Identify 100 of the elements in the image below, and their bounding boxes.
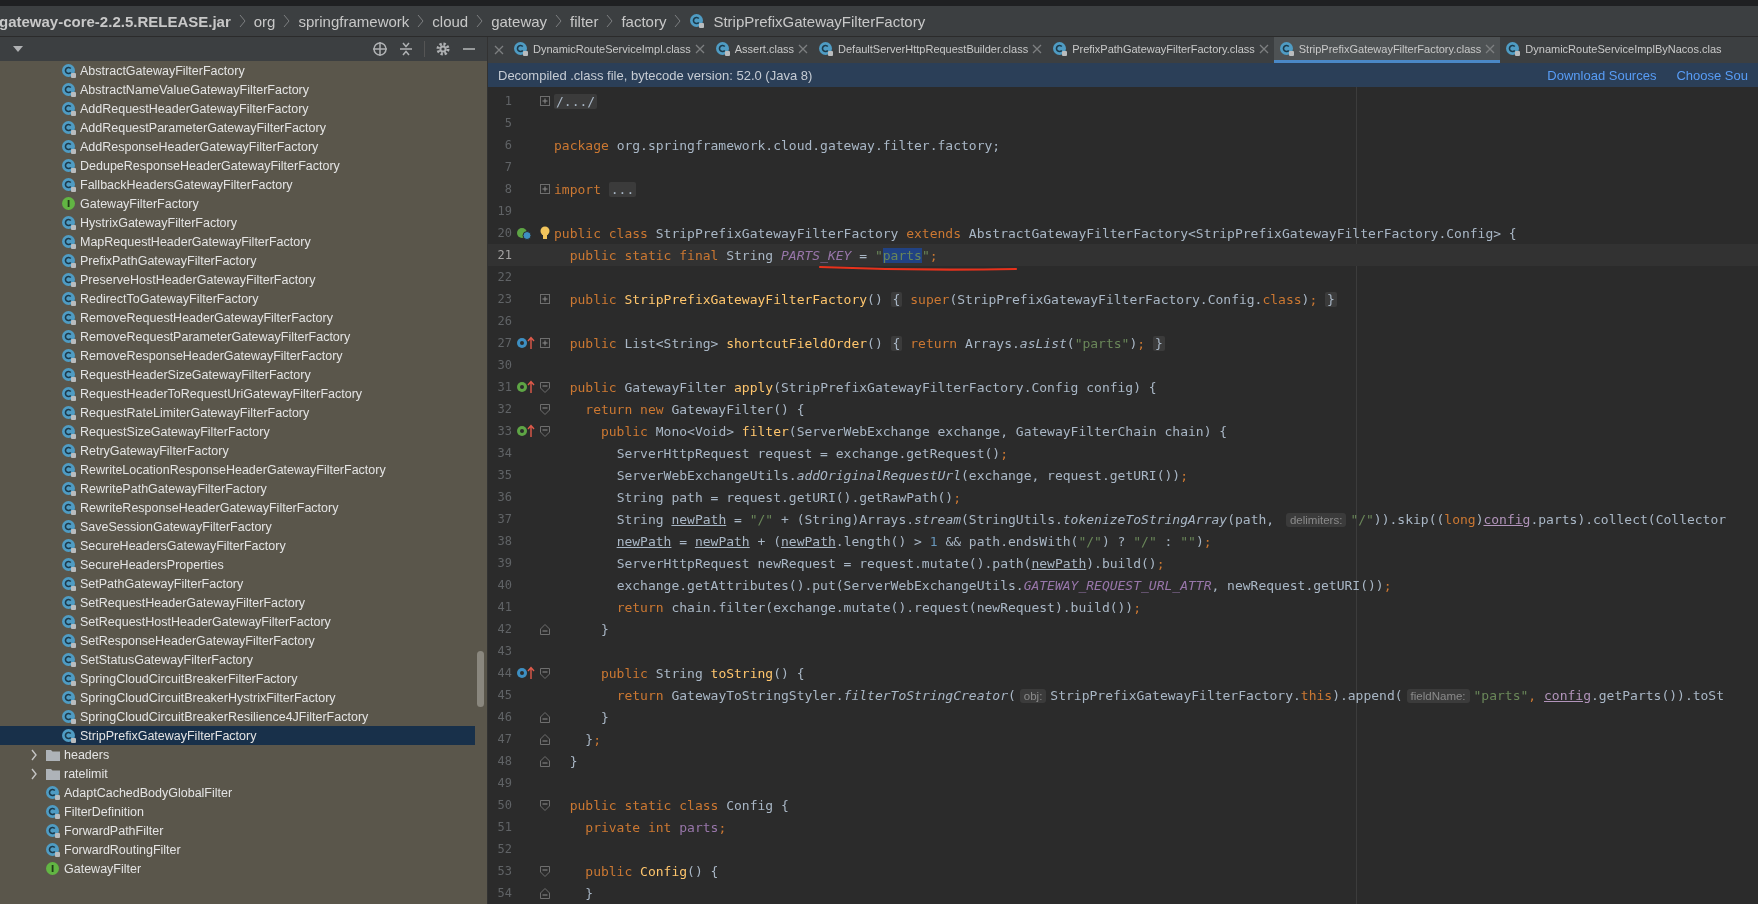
tree-item[interactable]: RewriteResponseHeaderGatewayFilterFactory xyxy=(0,498,475,517)
lightbulb-icon[interactable] xyxy=(540,226,550,240)
tree-item[interactable]: ForwardRoutingFilter xyxy=(0,840,475,859)
tree-item[interactable]: RemoveRequestParameterGatewayFilterFactory xyxy=(0,327,475,346)
tree-item[interactable]: SetResponseHeaderGatewayFilterFactory xyxy=(0,631,475,650)
class-icon xyxy=(714,40,731,57)
editor-tab[interactable]: DynamicRouteServiceImpl.class xyxy=(508,37,710,63)
line-number: 6 xyxy=(503,138,512,152)
breadcrumb-item[interactable]: gateway xyxy=(491,12,548,30)
close-icon[interactable] xyxy=(1485,43,1496,54)
tree-item[interactable]: headers xyxy=(0,745,475,764)
gutter-marker-icon[interactable] xyxy=(516,336,536,350)
breadcrumb-item[interactable]: StripPrefixGatewayFilterFactory xyxy=(713,12,926,30)
tree-item[interactable]: SecureHeadersProperties xyxy=(0,555,475,574)
editor-tab[interactable]: StripPrefixGatewayFilterFactory.class xyxy=(1273,37,1501,63)
fold-icon[interactable] xyxy=(540,381,550,393)
tree-item[interactable]: GatewayFilterFactory xyxy=(0,194,475,213)
tree-item[interactable]: RewriteLocationResponseHeaderGatewayFilterFactory xyxy=(0,460,475,479)
tree-item[interactable]: AbstractNameValueGatewayFilterFactory xyxy=(0,80,475,99)
class-icon xyxy=(1052,40,1069,57)
gutter-marker-icon[interactable] xyxy=(516,424,536,438)
tree-item[interactable]: SpringCloudCircuitBreakerFilterFactory xyxy=(0,669,475,688)
collapse-all-icon[interactable] xyxy=(398,41,414,57)
tree-item[interactable]: RequestHeaderToRequestUriGatewayFilterFactory xyxy=(0,384,475,403)
tree-item[interactable]: SecureHeadersGatewayFilterFactory xyxy=(0,536,475,555)
breadcrumb-item[interactable]: filter xyxy=(570,12,599,30)
fold-icon[interactable] xyxy=(540,403,550,415)
fold-icon[interactable] xyxy=(540,667,550,679)
tree-item[interactable]: DedupeResponseHeaderGatewayFilterFactory xyxy=(0,156,475,175)
tree-item[interactable]: GatewayFilter xyxy=(0,859,475,878)
fold-icon[interactable] xyxy=(540,338,550,348)
banner-link[interactable]: Download Sources xyxy=(1547,67,1657,83)
close-icon[interactable] xyxy=(494,45,504,55)
fold-icon[interactable] xyxy=(540,294,550,304)
chevron-icon xyxy=(283,14,291,28)
tree-item[interactable]: SetRequestHostHeaderGatewayFilterFactory xyxy=(0,612,475,631)
editor-tab[interactable]: DynamicRouteServiceImplByNacos.clas xyxy=(1500,37,1727,63)
fold-icon[interactable] xyxy=(540,711,550,723)
tree-item[interactable]: PreserveHostHeaderGatewayFilterFactory xyxy=(0,270,475,289)
fold-icon[interactable] xyxy=(540,865,550,877)
tree-item[interactable]: AbstractGatewayFilterFactory xyxy=(0,61,475,80)
tree-item[interactable]: FallbackHeadersGatewayFilterFactory xyxy=(0,175,475,194)
tree-item[interactable]: RequestSizeGatewayFilterFactory xyxy=(0,422,475,441)
settings-icon[interactable] xyxy=(435,41,451,57)
tree-item[interactable]: SpringCloudCircuitBreakerResilience4JFilterFactory xyxy=(0,707,475,726)
fold-icon[interactable] xyxy=(540,733,550,745)
tree-item[interactable]: FilterDefinition xyxy=(0,802,475,821)
tree-item[interactable]: SetPathGatewayFilterFactory xyxy=(0,574,475,593)
class-icon xyxy=(513,40,529,57)
tree-item[interactable]: RequestHeaderSizeGatewayFilterFactory xyxy=(0,365,475,384)
breadcrumb-item[interactable]: gateway-core-2.2.5.RELEASE.jar xyxy=(0,12,231,30)
tree-item[interactable]: RemoveRequestHeaderGatewayFilterFactory xyxy=(0,308,475,327)
tree-item[interactable]: AddRequestHeaderGatewayFilterFactory xyxy=(0,99,475,118)
breadcrumb-item[interactable]: factory xyxy=(621,12,667,30)
tree-item[interactable]: StripPrefixGatewayFilterFactory xyxy=(0,726,475,745)
fold-icon[interactable] xyxy=(540,96,550,106)
tree-item[interactable]: SetRequestHeaderGatewayFilterFactory xyxy=(0,593,475,612)
tree-item[interactable]: AdaptCachedBodyGlobalFilter xyxy=(0,783,475,802)
class-icon xyxy=(61,347,77,364)
breadcrumb-item[interactable]: cloud xyxy=(432,12,469,30)
code-line: ServerHttpRequest request = exchange.getRequest(); xyxy=(615,445,1008,461)
tree-item[interactable]: SaveSessionGatewayFilterFactory xyxy=(0,517,475,536)
scrollbar-thumb[interactable] xyxy=(477,651,484,707)
close-icon[interactable] xyxy=(694,43,705,54)
locate-icon[interactable] xyxy=(372,41,388,57)
gutter-marker-icon[interactable] xyxy=(516,380,536,394)
tree-item[interactable]: RemoveResponseHeaderGatewayFilterFactory xyxy=(0,346,475,365)
close-icon[interactable] xyxy=(798,43,808,54)
tree-item[interactable]: PrefixPathGatewayFilterFactory xyxy=(0,251,475,270)
tree-item[interactable]: SetStatusGatewayFilterFactory xyxy=(0,650,475,669)
gutter-marker-icon[interactable] xyxy=(516,666,536,680)
banner-link[interactable]: Choose Sou xyxy=(1676,67,1748,83)
tree-item[interactable]: RedirectToGatewayFilterFactory xyxy=(0,289,475,308)
breadcrumb-item[interactable]: springframework xyxy=(298,12,410,30)
fold-icon[interactable] xyxy=(540,623,550,635)
tree-item[interactable]: SpringCloudCircuitBreakerHystrixFilterFactory xyxy=(0,688,475,707)
tree-item[interactable]: AddRequestParameterGatewayFilterFactory xyxy=(0,118,475,137)
fold-icon[interactable] xyxy=(540,425,550,437)
class-icon xyxy=(1505,40,1522,57)
breadcrumb-item[interactable]: org xyxy=(253,12,276,30)
close-icon[interactable] xyxy=(1032,43,1043,54)
fold-icon[interactable] xyxy=(540,184,550,194)
tree-item[interactable]: MapRequestHeaderGatewayFilterFactory xyxy=(0,232,475,251)
editor-tab[interactable]: DefaultServerHttpRequestBuilder.class xyxy=(813,37,1048,63)
code-line: exchange.getAttributes().put(ServerWebExchangeUtils.GATEWAY_REQUEST_URL_ATTR, newRequest.getURI()); xyxy=(615,577,1392,593)
tree-item[interactable]: RequestRateLimiterGatewayFilterFactory xyxy=(0,403,475,422)
class-icon xyxy=(61,480,77,497)
dropdown-caret-icon[interactable] xyxy=(12,45,24,53)
editor-tab[interactable]: Assert.class xyxy=(709,37,813,63)
tree-item[interactable]: RetryGatewayFilterFactory xyxy=(0,441,475,460)
tree-item[interactable]: HystrixGatewayFilterFactory xyxy=(0,213,475,232)
tree-item[interactable]: ForwardPathFilter xyxy=(0,821,475,840)
tree-item[interactable]: AddResponseHeaderGatewayFilterFactory xyxy=(0,137,475,156)
fold-icon[interactable] xyxy=(540,887,550,899)
editor-tab[interactable]: PrefixPathGatewayFilterFactory.class xyxy=(1047,37,1274,63)
tree-item[interactable]: RewritePathGatewayFilterFactory xyxy=(0,479,475,498)
tree-item[interactable]: ratelimit xyxy=(0,764,475,783)
fold-icon[interactable] xyxy=(540,799,550,811)
fold-icon[interactable] xyxy=(540,755,550,767)
close-icon[interactable] xyxy=(1258,43,1269,54)
